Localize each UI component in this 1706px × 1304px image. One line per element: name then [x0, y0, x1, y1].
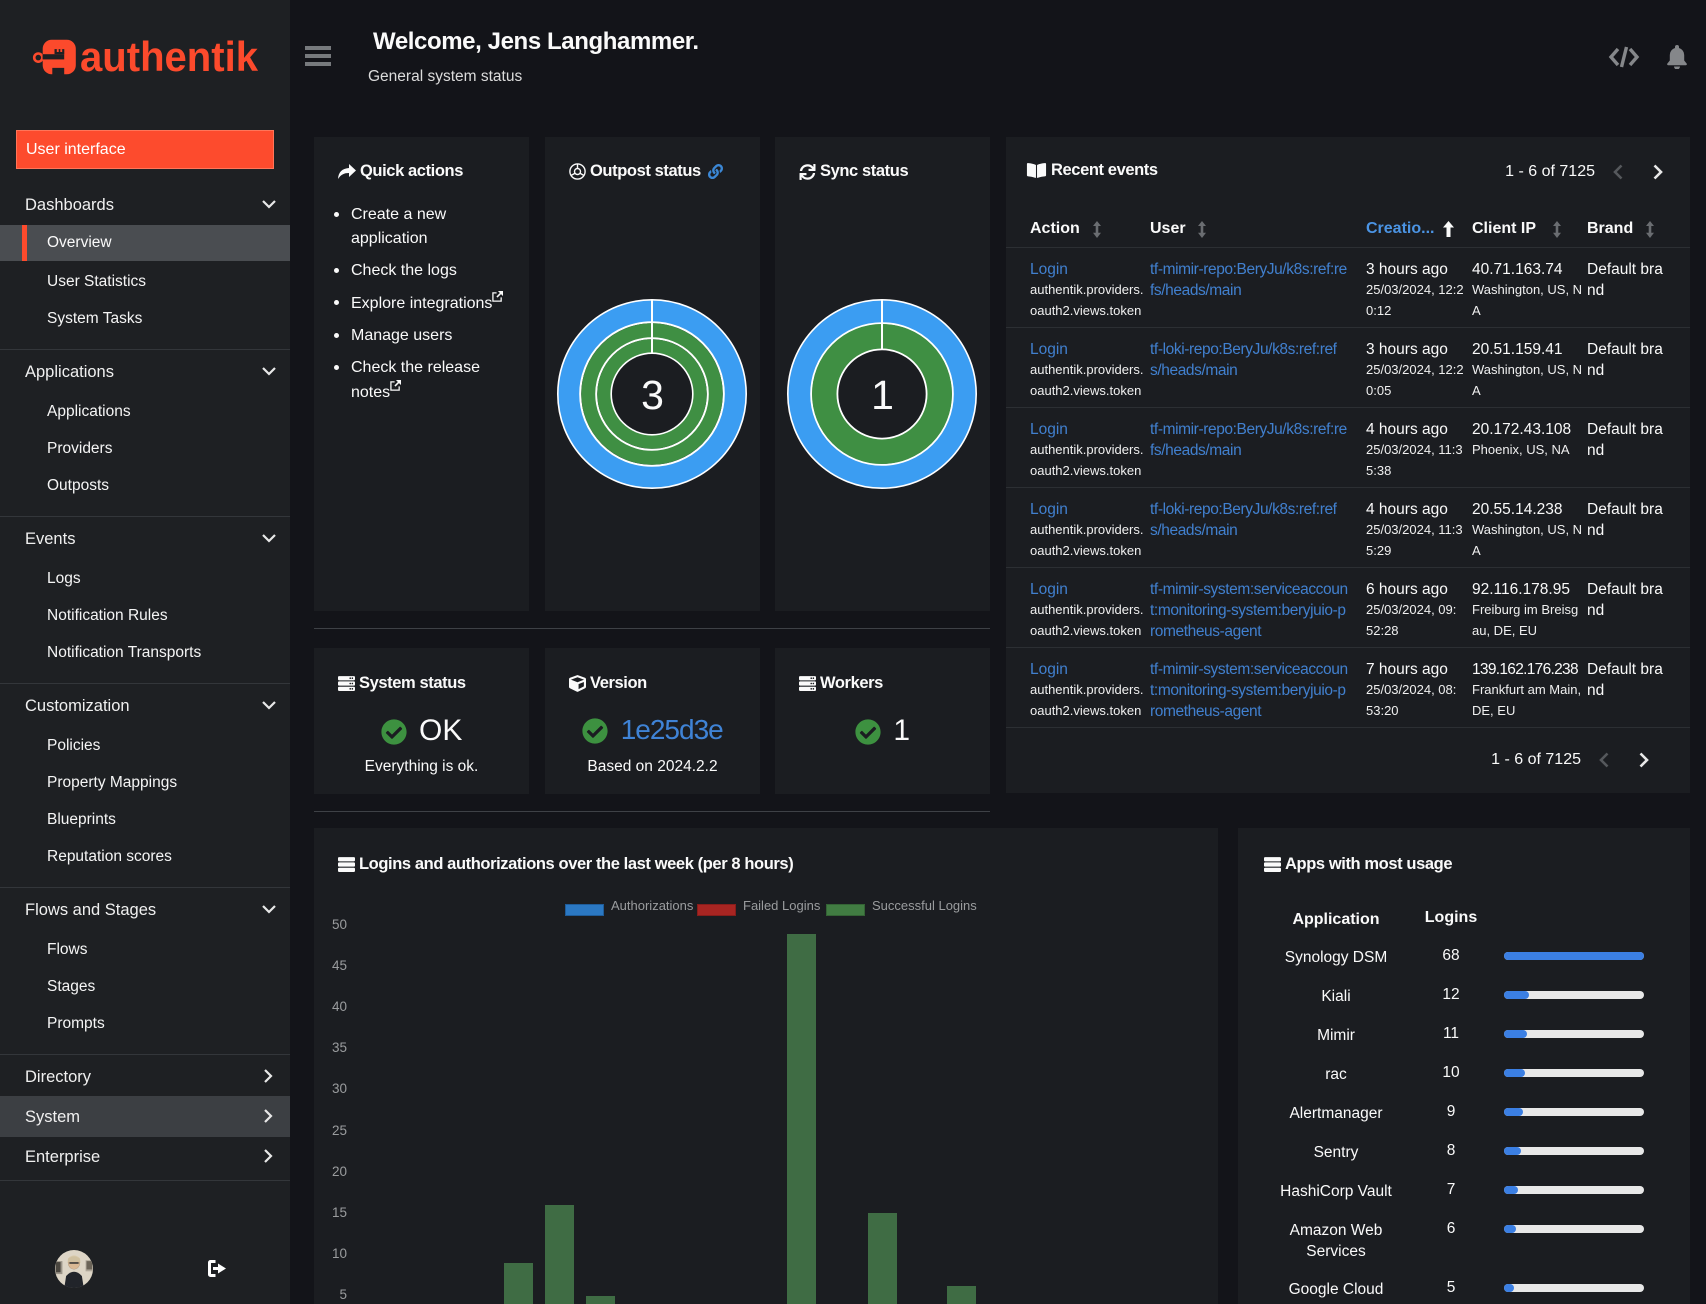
svg-text:authentik: authentik [80, 33, 259, 80]
